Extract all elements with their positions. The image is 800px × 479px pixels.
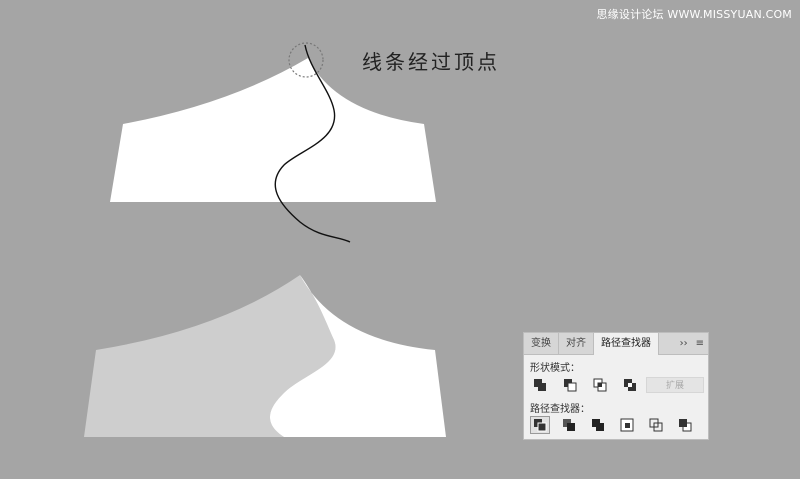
panel-menu-icon[interactable]: ≡ (692, 333, 708, 354)
trim-icon (563, 419, 575, 431)
minus-back-button[interactable] (675, 416, 695, 434)
tab-transform[interactable]: 变换 (524, 333, 559, 354)
panel-tab-bar: 变换 对齐 路径查找器 ›› ≡ (524, 333, 708, 355)
divide-icon (534, 419, 547, 432)
unite-icon (534, 379, 546, 391)
merge-icon (592, 419, 604, 431)
unite-button[interactable] (530, 376, 550, 394)
crop-icon (620, 418, 634, 432)
expand-button[interactable]: 扩展 (646, 377, 704, 393)
outline-icon (649, 418, 663, 432)
shape-modes-label: 形状模式： (530, 363, 580, 374)
top-tent-shape[interactable] (110, 58, 436, 202)
intersect-button[interactable] (590, 376, 610, 394)
minus-front-button[interactable] (560, 376, 580, 394)
watermark-text: 思缘设计论坛 WWW.MISSYUAN.COM (596, 8, 792, 21)
trim-button[interactable] (559, 416, 579, 434)
overflow-icon[interactable]: ›› (676, 333, 692, 354)
tab-pathfinder[interactable]: 路径查找器 (594, 333, 659, 355)
divide-button[interactable] (530, 416, 550, 434)
outline-button[interactable] (646, 416, 666, 434)
crop-button[interactable] (617, 416, 637, 434)
annotation-text: 线条经过顶点 (362, 50, 500, 74)
minus-front-icon (564, 379, 577, 392)
pathfinders-row (530, 416, 695, 434)
shape-modes-row (530, 376, 640, 394)
intersect-icon (593, 378, 607, 392)
merge-button[interactable] (588, 416, 608, 434)
pathfinders-label: 路径查找器： (530, 404, 590, 415)
exclude-icon (624, 379, 636, 391)
pathfinder-panel: 变换 对齐 路径查找器 ›› ≡ 形状模式： 扩展 路径查找器： (523, 332, 709, 440)
minus-back-icon (679, 419, 692, 432)
exclude-button[interactable] (620, 376, 640, 394)
tab-align[interactable]: 对齐 (559, 333, 594, 354)
